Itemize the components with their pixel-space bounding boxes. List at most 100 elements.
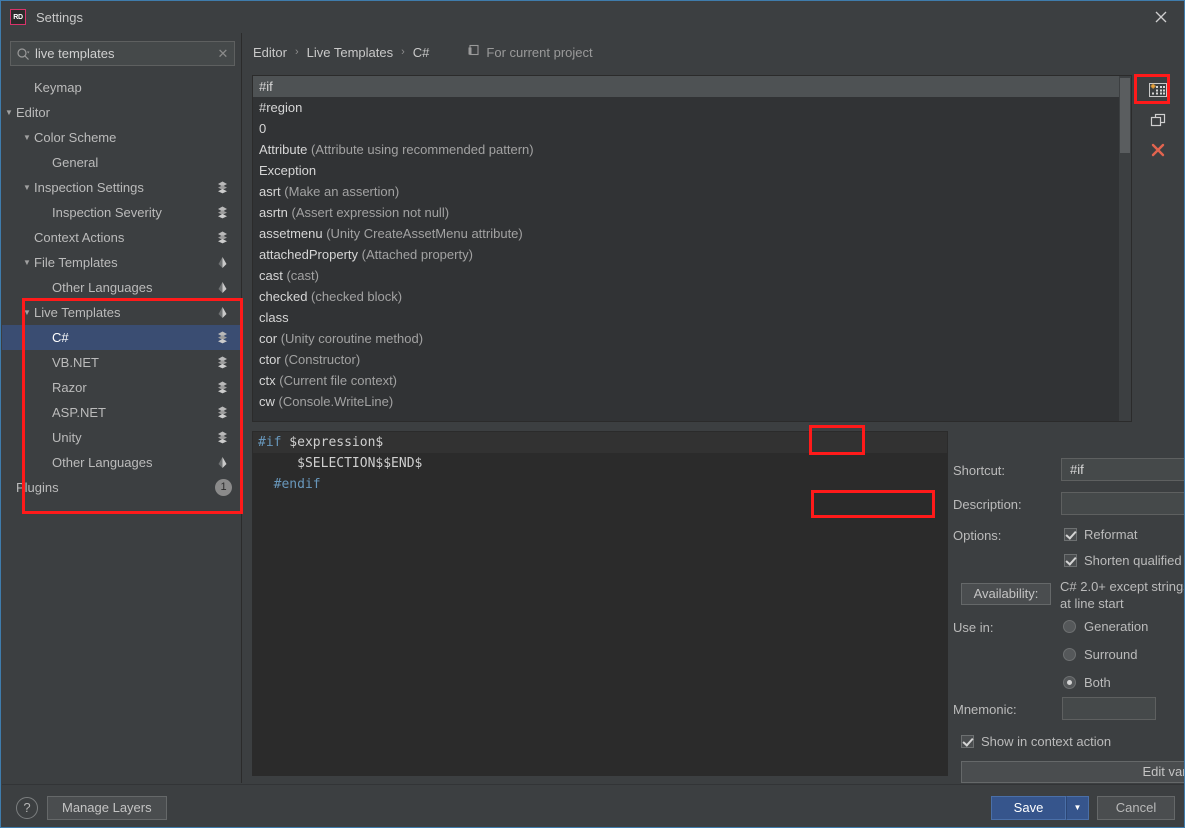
sidebar-item-other-languages[interactable]: Other Languages — [2, 275, 242, 300]
availability-text: C# 2.0+ except strings at line start — [1060, 578, 1184, 612]
chevron-down-icon[interactable]: ▼ — [1066, 796, 1089, 820]
cancel-button[interactable]: Cancel — [1097, 796, 1175, 820]
sidebar-item-general[interactable]: General — [2, 150, 242, 175]
availability-button[interactable]: Availability: — [961, 583, 1051, 605]
search-input[interactable] — [35, 46, 212, 61]
sidebar-item-label: Editor — [16, 105, 50, 120]
search-box[interactable]: ✕ — [10, 41, 235, 66]
description-input[interactable] — [1061, 492, 1184, 515]
template-description: (Attribute using recommended pattern) — [311, 142, 534, 157]
use-in-radio-both[interactable]: Both — [1063, 675, 1148, 690]
template-list-item[interactable]: ctor (Constructor) — [253, 349, 1131, 370]
template-list-item[interactable]: attachedProperty (Attached property) — [253, 244, 1131, 265]
code-line[interactable]: #if $expression$ — [253, 432, 947, 453]
sidebar-item-razor[interactable]: Razor — [2, 375, 242, 400]
twisty-expanded-icon[interactable]: ▼ — [20, 250, 34, 275]
template-description: (Current file context) — [279, 373, 398, 388]
shorten-qualified-references-checkbox[interactable]: Shorten qualified references — [1064, 553, 1184, 568]
template-list-item[interactable]: cor (Unity coroutine method) — [253, 328, 1131, 349]
template-list-scrollbar[interactable] — [1119, 76, 1131, 421]
twisty-expanded-icon[interactable]: ▼ — [20, 175, 34, 200]
template-name: #if — [259, 79, 273, 94]
template-name: checked — [259, 289, 308, 304]
template-list-item[interactable]: checked (checked block) — [253, 286, 1131, 307]
show-in-context-action-checkbox[interactable]: Show in context action — [961, 734, 1111, 749]
code-line[interactable]: #endif — [253, 474, 947, 495]
template-name: cast — [259, 268, 283, 283]
template-list-item[interactable]: assetmenu (Unity CreateAssetMenu attribu… — [253, 223, 1131, 244]
sidebar-item-label: VB.NET — [52, 355, 99, 370]
clear-icon[interactable]: ✕ — [212, 46, 234, 62]
code-keyword-token: #if — [258, 435, 282, 450]
sidebar-item-context-actions[interactable]: Context Actions — [2, 225, 242, 250]
template-name: class — [259, 310, 289, 325]
breadcrumb-item-c[interactable]: C# — [413, 45, 430, 60]
template-list-item[interactable]: #if — [253, 76, 1131, 97]
sidebar-item-editor[interactable]: ▼ Editor — [2, 100, 242, 125]
shorten-label: Shorten qualified references — [1084, 553, 1184, 568]
use-in-radio-surround[interactable]: Surround — [1063, 647, 1148, 662]
sidebar-item-other-languages[interactable]: Other Languages — [2, 450, 242, 475]
close-icon[interactable] — [1138, 1, 1184, 32]
sidebar-item-plugins[interactable]: Plugins 1 — [2, 475, 242, 500]
template-name: 0 — [259, 121, 267, 136]
twisty-expanded-icon[interactable]: ▼ — [20, 300, 34, 325]
template-description: (Constructor) — [284, 352, 361, 367]
twisty-expanded-icon[interactable]: ▼ — [2, 100, 16, 125]
breadcrumb-item-editor[interactable]: Editor — [253, 45, 287, 60]
sidebar-item-inspection-settings[interactable]: ▼ Inspection Settings — [2, 175, 242, 200]
half-diamond-icon — [215, 305, 230, 320]
code-variable-token: $SELECTION$$END$ — [258, 456, 423, 471]
sidebar-item-asp-net[interactable]: ASP.NET — [2, 400, 242, 425]
scrollbar-thumb[interactable] — [1120, 78, 1130, 153]
edit-variables-button[interactable]: Edit variables — [961, 761, 1184, 783]
breadcrumb: Editor › Live Templates › C# For current proj… — [253, 39, 593, 65]
template-list[interactable]: #if #region 0 Attribute (Attribute using re… — [252, 75, 1132, 422]
use-in-label-row: Use in: — [953, 620, 993, 635]
copy-template-icon[interactable] — [1141, 105, 1175, 135]
sidebar-item-file-templates[interactable]: ▼ File Templates — [2, 250, 242, 275]
code-line[interactable]: $SELECTION$$END$ — [253, 453, 947, 474]
sidebar-item-unity[interactable]: Unity — [2, 425, 242, 450]
save-button[interactable]: Save — [991, 796, 1066, 820]
delete-template-icon[interactable] — [1141, 135, 1175, 165]
sidebar-item-live-templates[interactable]: ▼ Live Templates — [2, 300, 242, 325]
template-list-item[interactable]: Attribute (Attribute using recommended p… — [253, 139, 1131, 160]
help-button[interactable]: ? — [16, 797, 38, 819]
mnemonic-label: Mnemonic: — [953, 702, 1017, 717]
template-name: assetmenu — [259, 226, 323, 241]
template-list-item[interactable]: cw (Console.WriteLine) — [253, 391, 1131, 412]
shortcut-input[interactable] — [1061, 458, 1184, 481]
template-name: attachedProperty — [259, 247, 359, 262]
template-list-item[interactable]: 0 — [253, 118, 1131, 139]
sidebar-item-color-scheme[interactable]: ▼ Color Scheme — [2, 125, 242, 150]
template-list-item[interactable]: Exception — [253, 160, 1131, 181]
half-diamond-icon — [215, 280, 230, 295]
template-body-editor[interactable]: #if $expression$ $SELECTION$$END$ #endif — [252, 431, 948, 776]
manage-layers-button[interactable]: Manage Layers — [47, 796, 167, 820]
sidebar-item-label: Other Languages — [52, 280, 153, 295]
new-template-icon[interactable] — [1141, 75, 1175, 105]
reformat-checkbox[interactable]: Reformat — [1064, 527, 1137, 542]
sidebar-item-inspection-severity[interactable]: Inspection Severity — [2, 200, 242, 225]
use-in-radio-generation[interactable]: Generation — [1063, 619, 1148, 634]
window-title: Settings — [36, 9, 83, 25]
show-in-context-label: Show in context action — [981, 734, 1112, 749]
template-list-item[interactable]: class — [253, 307, 1131, 328]
template-list-rows: #if #region 0 Attribute (Attribute using re… — [253, 76, 1131, 412]
sidebar-item-c[interactable]: C# — [2, 325, 242, 350]
sidebar-item-keymap[interactable]: Keymap — [2, 75, 242, 100]
mnemonic-input[interactable] — [1062, 697, 1156, 720]
template-list-item[interactable]: asrt (Make an assertion) — [253, 181, 1131, 202]
template-description: (Unity coroutine method) — [280, 331, 424, 346]
template-name: cor — [259, 331, 278, 346]
template-list-item[interactable]: cast (cast) — [253, 265, 1131, 286]
breadcrumb-item-live-templates[interactable]: Live Templates — [307, 45, 393, 60]
twisty-expanded-icon[interactable]: ▼ — [20, 125, 34, 150]
template-list-item[interactable]: ctx (Current file context) — [253, 370, 1131, 391]
template-list-item[interactable]: asrtn (Assert expression not null) — [253, 202, 1131, 223]
settings-sidebar: ✕ Keymap▼Editor▼Color SchemeGeneral▼Insp… — [2, 33, 242, 783]
template-list-item[interactable]: #region — [253, 97, 1131, 118]
sidebar-item-vb-net[interactable]: VB.NET — [2, 350, 242, 375]
layers-stack-icon — [215, 355, 230, 370]
